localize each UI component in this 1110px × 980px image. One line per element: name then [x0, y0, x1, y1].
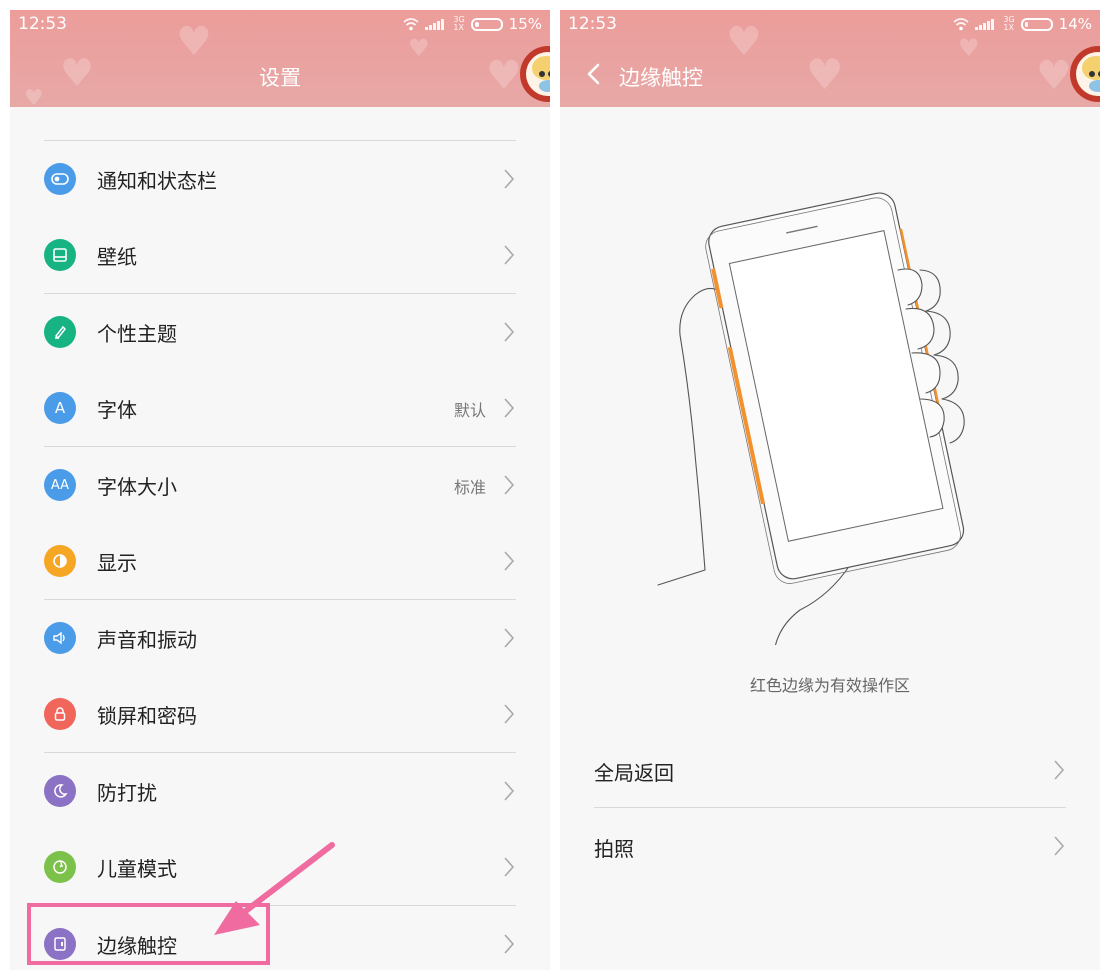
heart-decoration: ♥	[958, 34, 980, 62]
settings-item-label: 壁纸	[97, 245, 137, 269]
chevron-right-icon	[504, 398, 515, 418]
chevron-right-icon	[1054, 760, 1065, 780]
wallpaper-icon	[44, 239, 76, 271]
status-time: 12:53	[18, 14, 67, 34]
mascot-sticker-icon	[520, 46, 550, 102]
pointer-arrow-icon	[214, 842, 335, 935]
lock-icon	[44, 698, 76, 730]
heart-decoration: ♥	[806, 50, 844, 99]
settings-item-value: 标准	[453, 478, 486, 497]
status-bar: 12:53 3G 1X 15%	[10, 10, 550, 38]
settings-header: ♥ ♥ ♥ ♥ ♥ 12:53 3G 1X 15% 设置	[10, 10, 550, 107]
status-bar: 12:53 3G 1X 14%	[560, 10, 1100, 38]
signal-icon	[975, 18, 997, 30]
chevron-right-icon	[504, 781, 515, 801]
font-a-icon: A	[44, 392, 76, 424]
child-mode-icon	[44, 851, 76, 883]
settings-item-sound[interactable]: 声音和振动	[44, 608, 516, 668]
wifi-icon	[953, 17, 969, 30]
chevron-right-icon	[504, 245, 515, 265]
page-title: 边缘触控	[619, 66, 703, 90]
settings-item-do-not-disturb[interactable]: 防打扰	[44, 761, 516, 821]
settings-item-font[interactable]: A 字体 默认	[44, 378, 516, 438]
chevron-right-icon	[1054, 836, 1065, 856]
settings-item-label: 个性主题	[97, 322, 177, 346]
signal-icon	[425, 18, 447, 30]
divider	[44, 599, 516, 600]
chevron-right-icon	[504, 934, 515, 954]
notification-toggle-icon	[44, 163, 76, 195]
heart-decoration: ♥	[408, 34, 430, 62]
network-type: 3G 1X	[1003, 15, 1015, 32]
settings-item-value: 默认	[453, 401, 486, 420]
divider	[594, 807, 1066, 808]
settings-item-label: 儿童模式	[97, 857, 177, 881]
settings-item-label: 防打扰	[97, 781, 157, 805]
chevron-right-icon	[504, 628, 515, 648]
settings-item-theme[interactable]: 个性主题	[44, 302, 516, 362]
chevron-right-icon	[504, 322, 515, 342]
chevron-right-icon	[504, 704, 515, 724]
divider	[44, 752, 516, 753]
divider	[44, 293, 516, 294]
edge-touch-illustration	[657, 192, 965, 645]
settings-item-label: 通知和状态栏	[97, 169, 217, 193]
battery-percent: 15%	[508, 15, 542, 33]
chevron-right-icon	[504, 551, 515, 571]
moon-icon	[44, 775, 76, 807]
heart-decoration: ♥	[1036, 53, 1072, 99]
chevron-right-icon	[504, 475, 515, 495]
status-time: 12:53	[568, 14, 617, 34]
network-type: 3G 1X	[453, 15, 465, 32]
settings-item-display[interactable]: 显示	[44, 531, 516, 591]
edge-touch-screen: ♥ ♥ ♥ ♥ 12:53 3G 1X 14% 边缘触控 红色边缘为有效操作区 …	[560, 10, 1100, 970]
battery-percent: 14%	[1058, 15, 1092, 33]
display-contrast-icon	[44, 545, 76, 577]
settings-item-label: 声音和振动	[97, 628, 197, 652]
edge-option-photo[interactable]: 拍照	[594, 816, 1066, 876]
font-size-icon: AA	[44, 469, 76, 501]
page-title: 设置	[259, 66, 301, 90]
edge-option-label: 拍照	[594, 837, 634, 861]
settings-item-label: 字体大小	[97, 475, 177, 499]
chevron-right-icon	[504, 857, 515, 877]
battery-icon	[470, 17, 503, 31]
settings-item-lockscreen[interactable]: 锁屏和密码	[44, 684, 516, 744]
settings-item-notification[interactable]: 通知和状态栏	[44, 149, 516, 209]
settings-item-label: 显示	[97, 551, 137, 575]
wifi-icon	[403, 17, 419, 30]
edge-option-global-back[interactable]: 全局返回	[594, 740, 1066, 800]
theme-brush-icon	[44, 316, 76, 348]
chevron-right-icon	[504, 169, 515, 189]
edge-touch-header: ♥ ♥ ♥ ♥ 12:53 3G 1X 14% 边缘触控	[560, 10, 1100, 107]
divider	[44, 446, 516, 447]
divider	[44, 140, 516, 141]
speaker-icon	[44, 622, 76, 654]
back-arrow-icon[interactable]	[582, 60, 608, 88]
settings-item-label: 字体	[97, 398, 137, 422]
settings-item-wallpaper[interactable]: 壁纸	[44, 225, 516, 285]
settings-screen: ♥ ♥ ♥ ♥ ♥ 12:53 3G 1X 15% 设置 通知和状态栏 壁纸 个…	[10, 10, 550, 970]
mascot-sticker-icon	[1070, 46, 1100, 102]
settings-item-label: 锁屏和密码	[97, 704, 197, 728]
edge-option-label: 全局返回	[594, 761, 674, 785]
battery-icon	[1020, 17, 1053, 31]
edge-zone-caption: 红色边缘为有效操作区	[749, 676, 910, 695]
settings-item-font-size[interactable]: AA 字体大小 标准	[44, 455, 516, 515]
